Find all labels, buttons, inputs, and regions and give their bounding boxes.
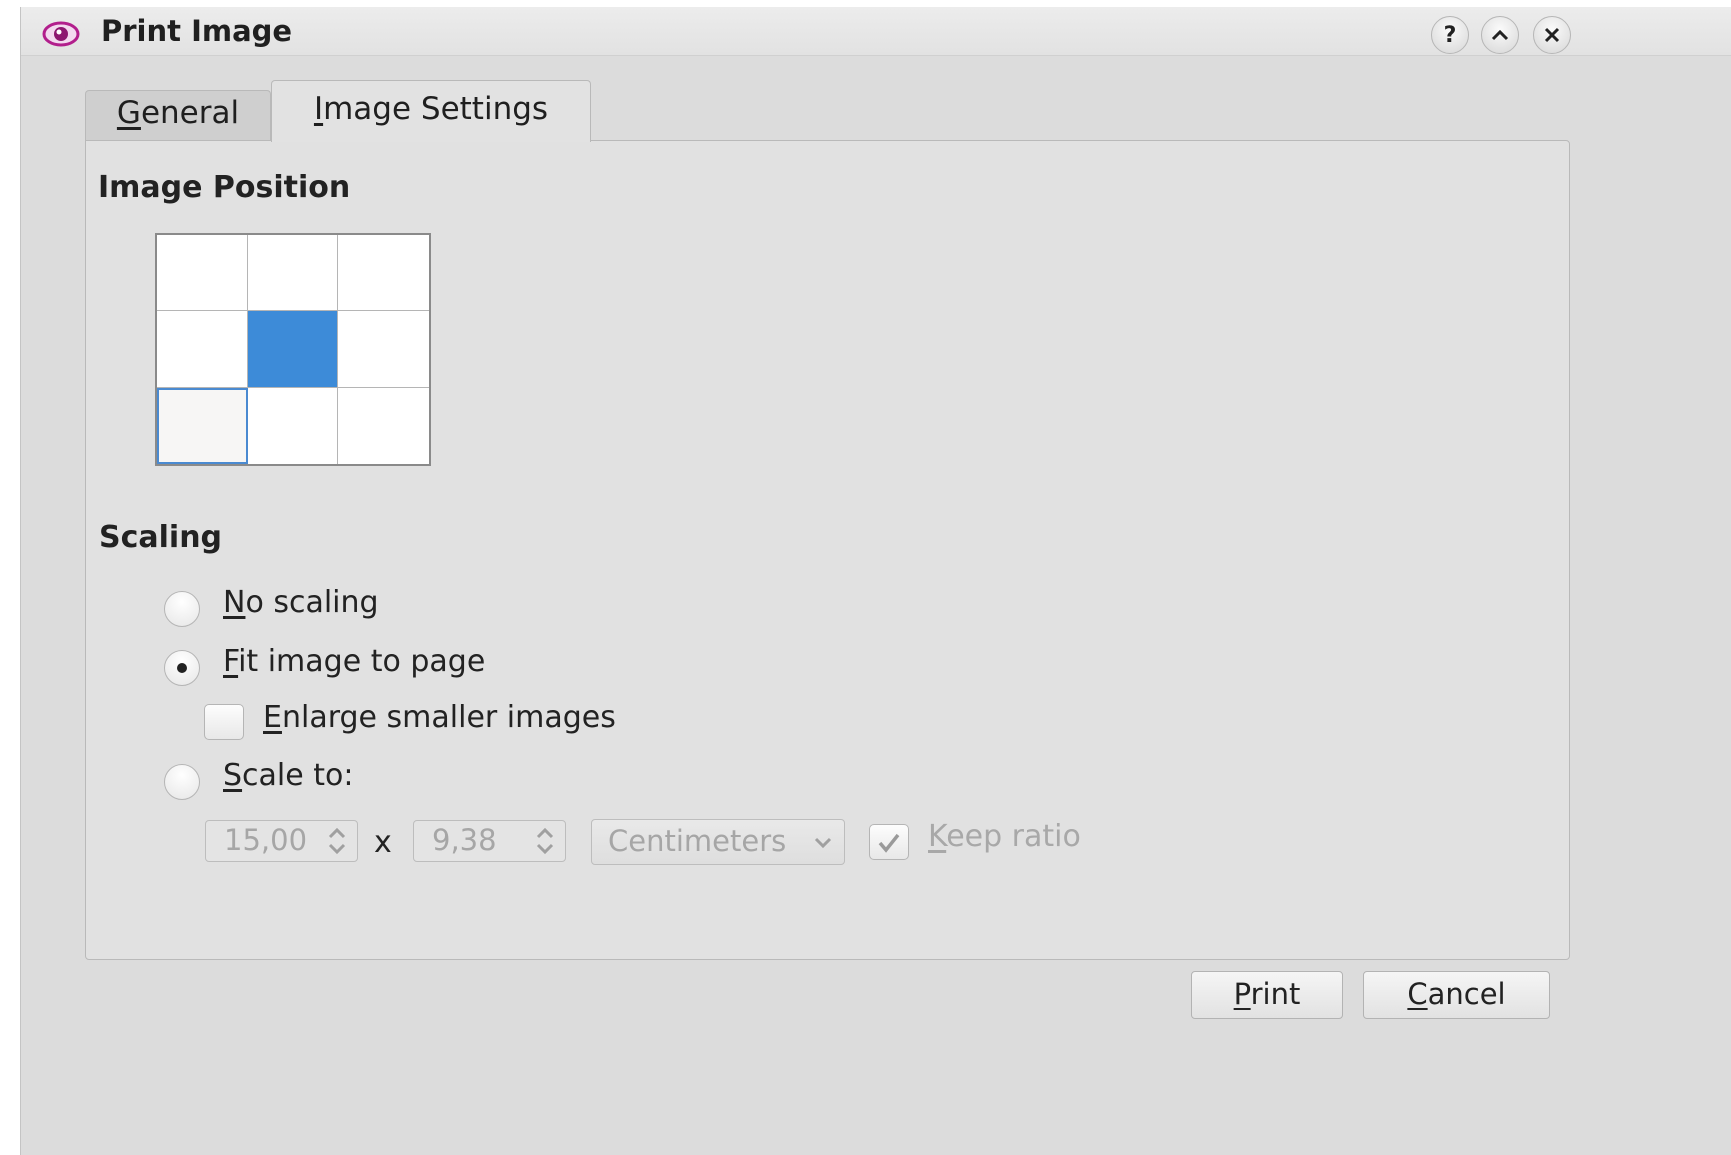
scale-to-label[interactable]: Scale to: — [223, 758, 353, 793]
unit-combobox[interactable]: Centimeters — [591, 819, 845, 865]
scale-to-text: cale to: — [242, 758, 354, 793]
enlarge-text: nlarge smaller images — [281, 700, 616, 735]
help-icon: ? — [1443, 22, 1457, 48]
image-position-grid[interactable] — [155, 233, 431, 466]
no-scaling-label[interactable]: No scaling — [223, 585, 379, 620]
cancel-button[interactable]: Cancel — [1363, 971, 1550, 1019]
close-icon — [1544, 27, 1560, 43]
keep-ratio-text: eep ratio — [946, 819, 1081, 854]
tab-image-settings[interactable]: Image Settings — [271, 80, 591, 142]
window-title: Print Image — [101, 14, 293, 48]
enlarge-smaller-images-checkbox[interactable] — [204, 704, 244, 740]
height-spinbox[interactable]: 9,38 — [413, 820, 566, 862]
chevron-down-icon — [814, 837, 832, 849]
fit-image-mnemonic: F — [223, 644, 239, 679]
cancel-mnemonic: C — [1407, 977, 1428, 1011]
close-button[interactable] — [1533, 16, 1571, 54]
print-text: rint — [1250, 977, 1301, 1011]
keep-ratio-label[interactable]: Keep ratio — [928, 819, 1081, 854]
print-button[interactable]: Print — [1191, 971, 1343, 1019]
keep-ratio-mnemonic: K — [928, 819, 947, 854]
checkmark-icon — [878, 833, 900, 853]
help-button[interactable]: ? — [1431, 16, 1469, 54]
scale-to-radio[interactable] — [164, 764, 200, 800]
times-sign: x — [374, 825, 392, 860]
width-value: 15,00 — [224, 823, 308, 857]
height-value: 9,38 — [432, 823, 497, 857]
position-cell-middle-left[interactable] — [157, 311, 248, 388]
tab-general-label: eneral — [140, 95, 240, 131]
position-cell-top-center[interactable] — [247, 235, 339, 312]
enlarge-smaller-images-label[interactable]: Enlarge smaller images — [263, 700, 616, 735]
spin-arrows-icon — [328, 827, 346, 855]
position-cell-top-left[interactable] — [157, 235, 248, 312]
fit-image-text: it image to page — [238, 644, 486, 679]
position-cell-bottom-left[interactable] — [157, 387, 248, 464]
image-position-heading: Image Position — [98, 170, 351, 205]
keep-ratio-checkbox[interactable] — [869, 824, 909, 860]
no-scaling-radio[interactable] — [164, 591, 200, 627]
minimize-button[interactable] — [1481, 16, 1519, 54]
no-scaling-text: o scaling — [245, 585, 379, 620]
no-scaling-mnemonic: N — [223, 585, 246, 620]
scale-to-mnemonic: S — [223, 758, 243, 793]
cancel-text: ancel — [1427, 977, 1506, 1011]
print-mnemonic: P — [1233, 977, 1251, 1011]
minimize-icon — [1491, 29, 1509, 41]
position-cell-bottom-center[interactable] — [247, 387, 339, 464]
unit-value: Centimeters — [608, 824, 787, 858]
position-cell-center[interactable] — [247, 311, 339, 388]
spin-arrows-icon — [536, 827, 554, 855]
enlarge-mnemonic: E — [263, 700, 282, 735]
eye-icon — [42, 21, 80, 47]
position-cell-top-right[interactable] — [338, 235, 429, 312]
tab-general[interactable]: General — [85, 90, 271, 140]
print-image-dialog: Print Image ? General Image Settings Ima… — [20, 7, 1731, 1155]
position-cell-bottom-right[interactable] — [338, 387, 429, 464]
title-bar[interactable]: Print Image ? — [21, 7, 1731, 56]
position-cell-middle-right[interactable] — [338, 311, 429, 388]
tab-general-mnemonic: G — [116, 95, 141, 131]
scaling-heading: Scaling — [99, 520, 223, 555]
fit-image-radio[interactable] — [164, 650, 200, 686]
fit-image-label[interactable]: Fit image to page — [223, 644, 485, 679]
tab-image-settings-label: mage Settings — [323, 91, 549, 127]
tab-image-settings-mnemonic: I — [313, 91, 324, 127]
width-spinbox[interactable]: 15,00 — [205, 820, 358, 862]
